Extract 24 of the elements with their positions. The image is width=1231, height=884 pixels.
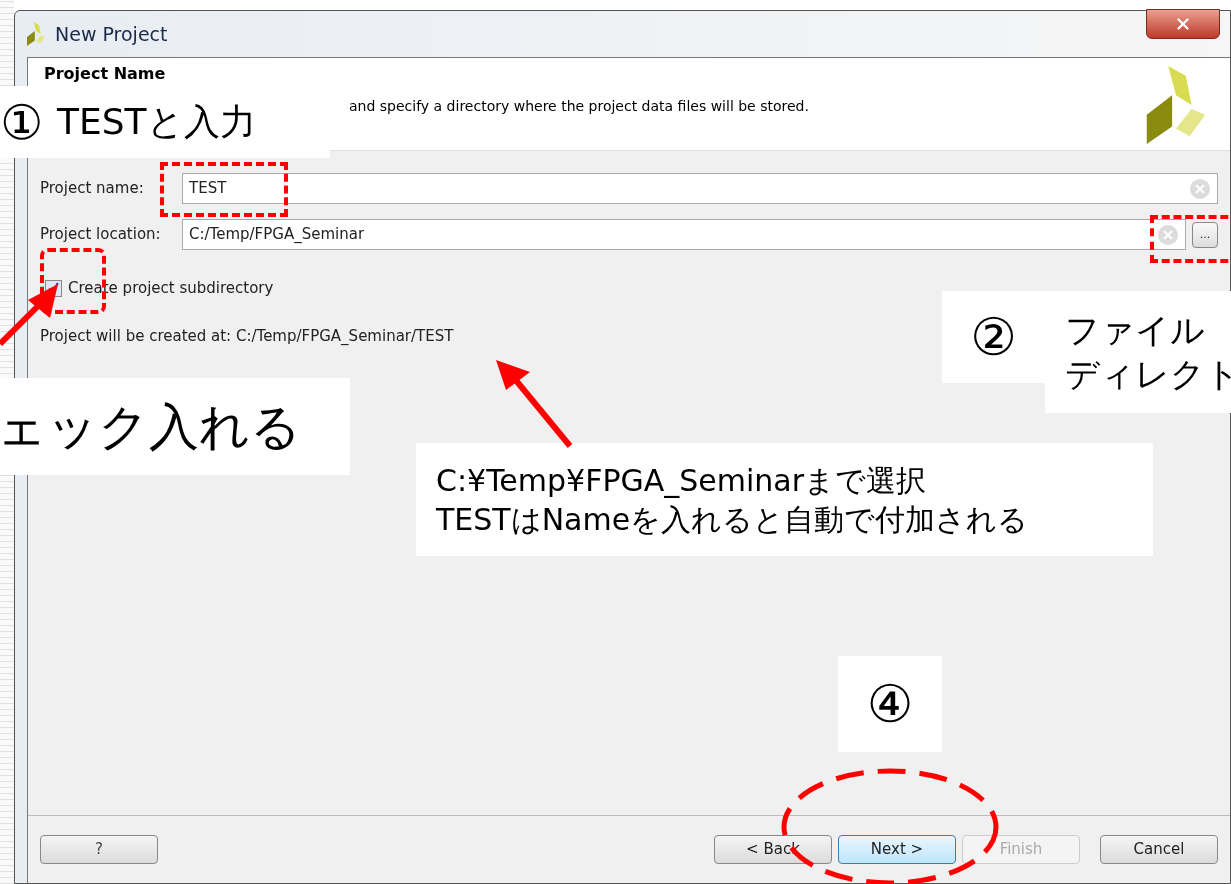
logo-icon bbox=[25, 22, 47, 46]
project-location-label: Project location: bbox=[40, 224, 162, 246]
close-icon bbox=[1174, 15, 1192, 33]
annotation-text: C:¥Temp¥FPGA_Seminarまで選択 bbox=[436, 461, 928, 500]
step-marker: ① bbox=[0, 98, 44, 146]
annotation-text: TESTと入力 bbox=[57, 104, 256, 140]
dialog-button[interactable]: Next > bbox=[838, 835, 956, 864]
close-button[interactable] bbox=[1146, 9, 1220, 39]
header-title: Project Name bbox=[44, 63, 167, 85]
browse-button[interactable]: ... bbox=[1192, 221, 1218, 248]
annotation-text: ディレクト bbox=[1065, 353, 1231, 396]
header-description: and specify a directory where the project data files will be stored. bbox=[348, 97, 810, 116]
annotation-text: TESTはNameを入れると自動で付加される bbox=[436, 500, 1030, 539]
project-location-field[interactable]: C:/Temp/FPGA_Seminar bbox=[182, 219, 1186, 250]
created-at-text: Project will be created at: C:/Temp/FPGA_Seminar/TEST bbox=[40, 325, 454, 347]
dialog-button[interactable]: Cancel bbox=[1100, 835, 1218, 864]
step-marker: ④ bbox=[866, 678, 914, 730]
annotation-text: ェック入れる bbox=[0, 401, 301, 452]
help-button[interactable]: ? bbox=[40, 835, 158, 864]
project-name-label: Project name: bbox=[40, 178, 145, 200]
step-marker: ② bbox=[970, 311, 1017, 363]
project-name-field[interactable]: TEST bbox=[182, 173, 1218, 204]
window-title: New Project bbox=[55, 21, 168, 47]
annotation-text: ファイル bbox=[1065, 308, 1206, 352]
